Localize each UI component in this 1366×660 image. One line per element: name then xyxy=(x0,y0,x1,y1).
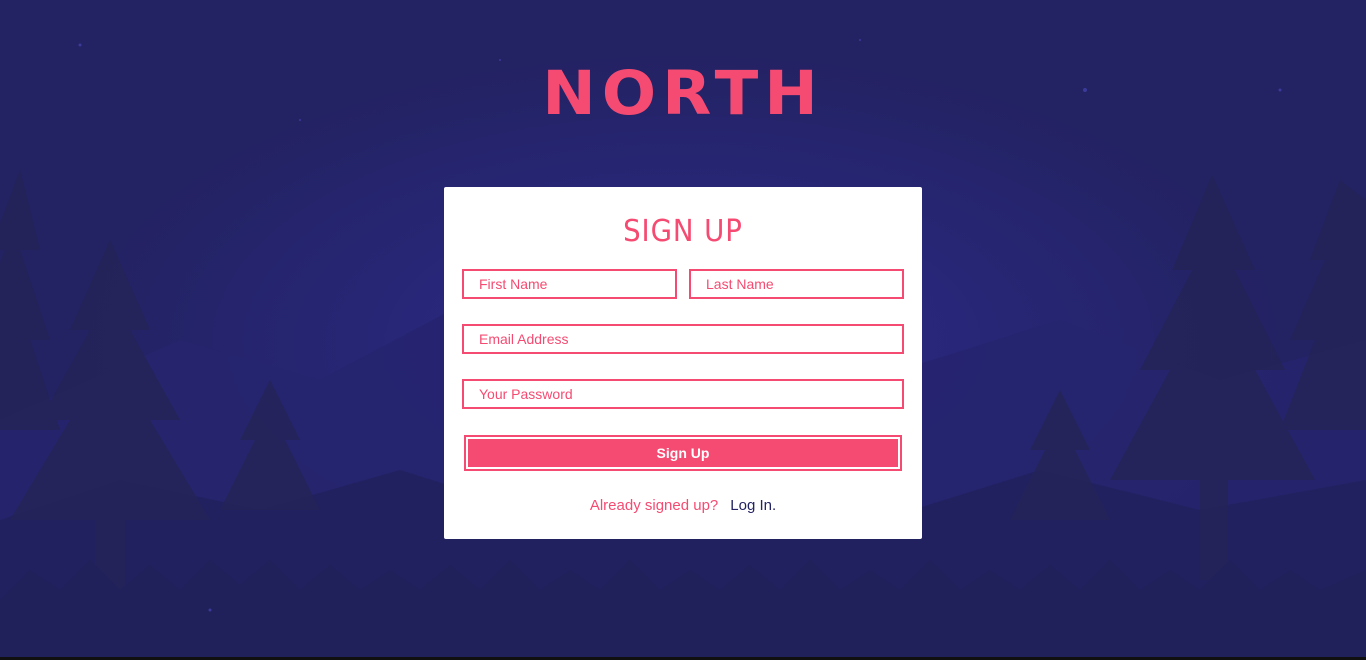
login-prompt: Already signed up? Log In. xyxy=(0,496,1366,516)
already-signed-up-text: Already signed up? xyxy=(589,497,719,514)
last-name-input[interactable] xyxy=(689,269,904,299)
password-input[interactable] xyxy=(462,379,904,409)
signup-button-frame: Sign Up xyxy=(464,435,902,471)
signup-title: SIGN UP xyxy=(623,214,743,249)
login-link[interactable]: Log In. xyxy=(730,497,776,514)
north-logo: NORTH xyxy=(542,58,824,130)
first-name-input[interactable] xyxy=(462,269,677,299)
email-input[interactable] xyxy=(462,324,904,354)
signup-button[interactable]: Sign Up xyxy=(468,439,898,467)
